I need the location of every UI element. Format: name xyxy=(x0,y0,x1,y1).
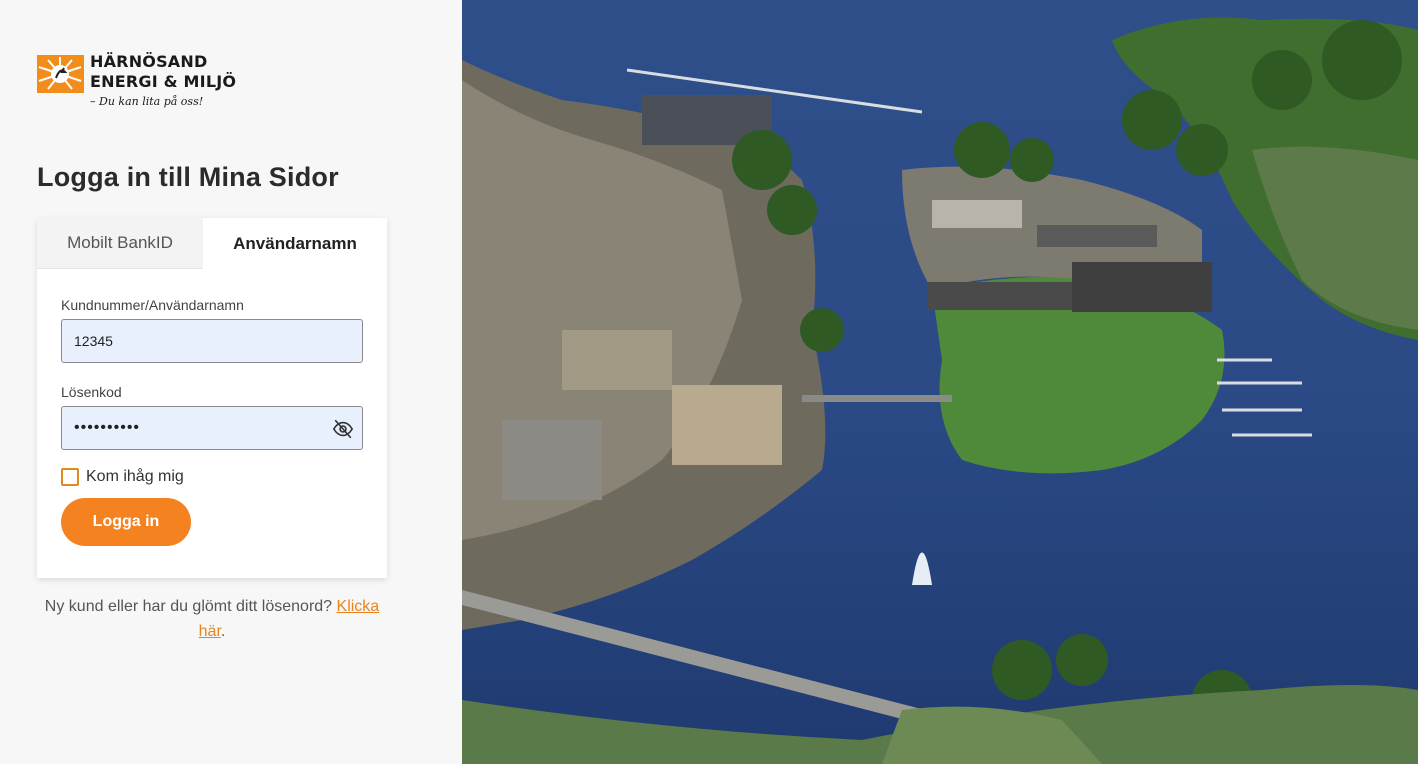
brand-name-line1: HÄRNÖSAND xyxy=(90,52,208,71)
remember-me-label: Kom ihåg mig xyxy=(86,468,184,485)
help-text: Ny kund eller har du glömt ditt lösenord… xyxy=(44,598,337,615)
username-label: Kundnummer/Användarnamn xyxy=(61,297,244,313)
login-card: Mobilt BankID Användarnamn Kundnummer/An… xyxy=(37,218,387,578)
username-input[interactable]: 12345 xyxy=(61,319,363,363)
help-note: Ny kund eller har du glömt ditt lösenord… xyxy=(37,594,387,644)
eye-slash-icon[interactable] xyxy=(332,418,354,440)
brand-name-line2: ENERGI & MILJÖ xyxy=(90,72,237,91)
login-button[interactable]: Logga in xyxy=(61,498,191,546)
tab-anvandarnamn[interactable]: Användarnamn xyxy=(203,218,387,269)
tab-mobilt-bankid[interactable]: Mobilt BankID xyxy=(37,218,203,269)
username-value: 12345 xyxy=(74,333,113,349)
page-title: Logga in till Mina Sidor xyxy=(37,162,339,192)
brand-logo: HÄRNÖSAND ENERGI & MILJÖ – Du kan lita p… xyxy=(37,53,247,113)
remember-me-checkbox[interactable]: Kom ihåg mig xyxy=(61,468,184,486)
password-label: Lösenkod xyxy=(61,384,122,400)
login-method-tabs: Mobilt BankID Användarnamn xyxy=(37,218,387,269)
password-value: •••••••••• xyxy=(74,419,141,436)
sun-logo-icon xyxy=(37,55,84,93)
help-suffix: . xyxy=(220,623,226,640)
brand-tagline: – Du kan lita på oss! xyxy=(90,95,204,108)
password-input[interactable]: •••••••••• xyxy=(61,406,363,450)
login-panel: HÄRNÖSAND ENERGI & MILJÖ – Du kan lita p… xyxy=(0,0,462,764)
checkbox-box[interactable] xyxy=(61,468,79,486)
hero-aerial-photo xyxy=(462,0,1418,764)
